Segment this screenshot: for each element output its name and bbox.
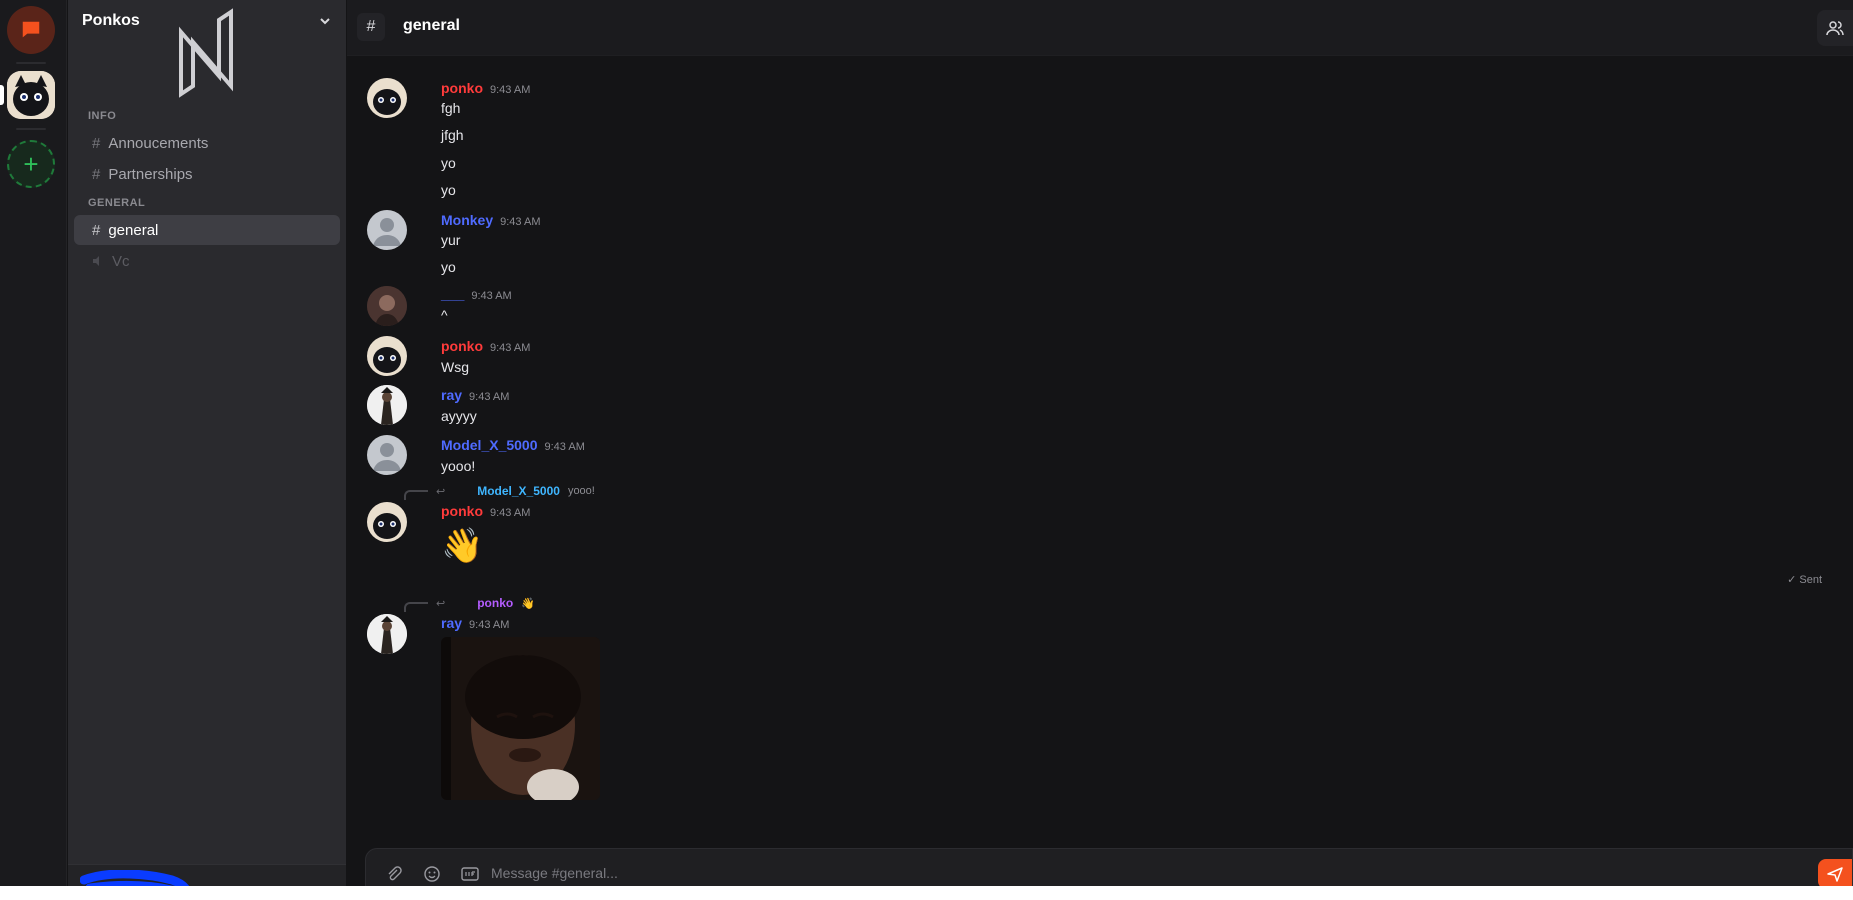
channel-hash-icon: #	[357, 13, 385, 41]
author-name[interactable]: ponko	[441, 80, 483, 96]
message-text: yo	[441, 182, 456, 198]
rail-divider	[16, 128, 46, 130]
timestamp: 9:43 AM	[471, 290, 512, 302]
message-text: yo	[441, 155, 456, 171]
timestamp: 9:43 AM	[469, 391, 510, 403]
send-button[interactable]	[1818, 859, 1852, 886]
avatar[interactable]	[367, 435, 407, 475]
avatar[interactable]	[367, 78, 407, 118]
users-icon	[1826, 21, 1844, 36]
message-text: yur	[441, 232, 461, 248]
app-window: + Ponkos INFO # Annoucements # Partnersh…	[0, 0, 1853, 886]
message-meta: ray 9:43 AM	[441, 387, 509, 403]
member-list-button[interactable]	[1817, 10, 1853, 46]
channel-title: general	[403, 17, 460, 34]
active-server-indicator	[0, 85, 4, 105]
channel-header: # general	[347, 0, 1853, 56]
message-composer	[365, 848, 1853, 886]
timestamp: 9:43 AM	[490, 342, 531, 354]
category-info[interactable]: INFO	[88, 110, 116, 122]
avatar[interactable]	[367, 336, 407, 376]
author-name[interactable]: ray	[441, 387, 462, 403]
message-text: jfgh	[441, 127, 464, 143]
message-meta: ponko 9:43 AM	[441, 338, 530, 354]
timestamp: 9:43 AM	[490, 507, 531, 519]
sent-status: ✓ Sent	[1787, 574, 1822, 586]
chat-main: # general ponko 9:43 AM fgh jfgh yo yo M…	[347, 0, 1853, 886]
author-name[interactable]: Model_X_5000	[441, 437, 538, 453]
message-text: yooo!	[441, 458, 476, 474]
speaker-icon	[93, 256, 99, 266]
server-icon-ponkos[interactable]	[7, 71, 55, 119]
author-name[interactable]: ___	[441, 286, 464, 302]
gif-icon[interactable]	[461, 866, 479, 882]
category-general[interactable]: GENERAL	[88, 197, 145, 209]
add-server-button[interactable]: +	[7, 140, 55, 188]
reply-text: yooo!	[567, 485, 595, 497]
channel-label: Annoucements	[108, 134, 209, 152]
message-meta: ponko 9:43 AM	[441, 80, 530, 96]
text-channel-icon: #	[92, 165, 101, 183]
server-name: Ponkos	[82, 12, 140, 29]
message-meta: Model_X_5000 9:43 AM	[441, 437, 585, 453]
text-channel-icon: #	[92, 221, 101, 239]
channel-general[interactable]: # general	[74, 215, 340, 245]
avatar[interactable]	[367, 502, 407, 542]
server-header[interactable]: Ponkos	[68, 0, 346, 100]
channel-sidebar: Ponkos INFO # Annoucements # Partnership…	[68, 0, 346, 886]
message-text: ayyyy	[441, 408, 477, 424]
message-text: Wsg	[441, 359, 469, 375]
message-meta: ___ 9:43 AM	[441, 286, 512, 302]
rail-divider	[16, 62, 46, 64]
message-meta: Monkey 9:43 AM	[441, 212, 540, 228]
send-icon	[1827, 867, 1843, 882]
server-rail: +	[0, 0, 67, 886]
avatar[interactable]	[367, 614, 407, 654]
reply-reference[interactable]: ↩ Model_X_5000 yooo!	[404, 482, 595, 500]
chevron-down-icon[interactable]	[318, 14, 332, 28]
channel-partnerships[interactable]: # Partnerships	[74, 159, 340, 189]
reply-author: ponko	[477, 596, 514, 610]
server-logo	[179, 8, 233, 98]
emoji-message: 👋	[441, 527, 484, 565]
reply-arrow-icon: ↩	[436, 597, 446, 610]
paperclip-icon[interactable]	[386, 866, 402, 882]
author-name[interactable]: ray	[441, 615, 462, 631]
avatar[interactable]	[367, 385, 407, 425]
text-channel-icon: #	[92, 134, 101, 152]
reply-reference[interactable]: ↩ ponko 👋	[404, 594, 535, 612]
author-name[interactable]: Monkey	[441, 212, 493, 228]
timestamp: 9:43 AM	[544, 441, 585, 453]
avatar[interactable]	[367, 210, 407, 250]
emoji-icon[interactable]	[424, 866, 440, 882]
message-text: yo	[441, 259, 456, 275]
timestamp: 9:43 AM	[500, 216, 541, 228]
message-text: fgh	[441, 100, 461, 116]
message-input[interactable]	[491, 862, 1691, 884]
author-name[interactable]: ponko	[441, 503, 483, 519]
reply-connector	[404, 602, 428, 612]
reply-arrow-icon: ↩	[436, 485, 446, 498]
timestamp: 9:43 AM	[469, 619, 510, 631]
reply-connector	[404, 490, 428, 500]
reply-text: 👋	[521, 597, 535, 610]
direct-messages-button[interactable]	[7, 6, 55, 54]
message-text: ^	[441, 307, 448, 323]
timestamp: 9:43 AM	[490, 84, 531, 96]
avatar[interactable]	[367, 286, 407, 326]
message-meta: ponko 9:43 AM	[441, 503, 530, 519]
image-attachment[interactable]	[441, 637, 600, 800]
channel-label: Vc	[112, 252, 130, 270]
channel-label: Partnerships	[108, 165, 193, 183]
message-meta: ray 9:43 AM	[441, 615, 509, 631]
reply-author: Model_X_5000	[477, 484, 560, 498]
channel-vc[interactable]: Vc	[74, 246, 340, 276]
redaction-scribble	[80, 870, 190, 886]
plus-icon: +	[23, 149, 39, 179]
channel-label: general	[108, 221, 159, 239]
author-name[interactable]: ponko	[441, 338, 483, 354]
channel-annoucements[interactable]: # Annoucements	[74, 128, 340, 158]
chat-bubble-icon	[22, 21, 40, 38]
